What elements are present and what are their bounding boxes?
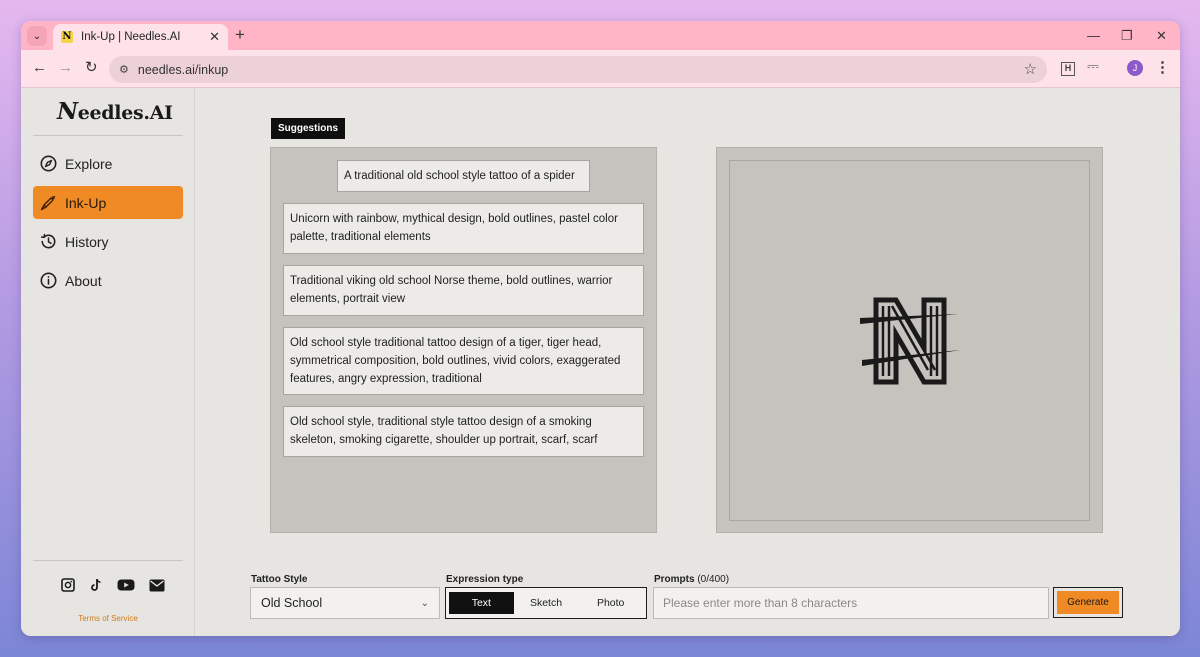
mail-icon[interactable] xyxy=(149,578,165,592)
prompts-label-text: Prompts xyxy=(654,574,695,585)
sidebar-divider xyxy=(33,135,183,136)
prompt-placeholder: Please enter more than 8 characters xyxy=(663,596,858,610)
browser-tab[interactable]: N Ink-Up | Needles.AI ✕ xyxy=(53,24,228,50)
terms-link[interactable]: Terms of Service xyxy=(21,614,195,623)
suggestions-panel: A traditional old school style tattoo of… xyxy=(270,147,657,533)
close-tab-icon[interactable]: ✕ xyxy=(209,29,220,45)
minimize-icon[interactable]: — xyxy=(1087,28,1100,43)
sidebar: Needles.AI Explore Ink-Up History About … xyxy=(21,88,195,636)
address-bar[interactable]: ⚙ needles.ai/inkup ☆ xyxy=(109,56,1047,83)
instagram-icon[interactable] xyxy=(61,578,75,592)
suggestion-chip[interactable]: Old school style, traditional style tatt… xyxy=(283,406,644,457)
chevron-down-icon: ⌄ xyxy=(420,597,429,609)
generate-button-frame: Generate xyxy=(1053,587,1123,618)
new-tab-button[interactable]: + xyxy=(235,26,245,44)
close-window-icon[interactable]: ✕ xyxy=(1156,28,1167,44)
browser-toolbar: ← → ↻ ⚙ needles.ai/inkup ☆ H ⎓ J ⋮ xyxy=(21,50,1180,88)
favicon-icon: N xyxy=(61,31,73,43)
back-icon[interactable]: ← xyxy=(32,60,47,76)
suggestions-tag: Suggestions xyxy=(271,118,346,139)
tab-title: Ink-Up | Needles.AI xyxy=(81,31,181,43)
logo-initial: N xyxy=(57,98,78,125)
reload-icon[interactable]: ↻ xyxy=(85,60,98,76)
expression-type-toggle: Text Sketch Photo xyxy=(445,587,647,619)
expression-sketch-button[interactable]: Sketch xyxy=(514,592,579,614)
expression-photo-button[interactable]: Photo xyxy=(578,592,643,614)
sidebar-footer-divider xyxy=(33,560,183,561)
sidebar-item-explore[interactable]: Explore xyxy=(33,147,183,180)
sidebar-item-label: About xyxy=(65,272,102,289)
youtube-icon[interactable] xyxy=(117,578,135,592)
sidebar-item-label: History xyxy=(65,233,109,250)
bookmark-star-icon[interactable]: ☆ xyxy=(1024,60,1037,78)
tattoo-style-value: Old School xyxy=(261,596,323,610)
sidebar-item-label: Ink-Up xyxy=(65,194,107,211)
tab-strip: ⌄ N Ink-Up | Needles.AI ✕ + — ❐ ✕ xyxy=(21,21,1180,50)
site-info-icon[interactable]: ⚙ xyxy=(119,63,129,76)
restore-icon[interactable]: ❐ xyxy=(1121,28,1133,44)
needles-logo-icon xyxy=(859,297,960,384)
sidebar-item-label: Explore xyxy=(65,155,113,172)
generate-button[interactable]: Generate xyxy=(1057,591,1119,614)
info-icon xyxy=(40,272,57,289)
logo-rest: eedles.AI xyxy=(77,102,173,124)
tiktok-icon[interactable] xyxy=(89,578,103,592)
sidebar-item-history[interactable]: History xyxy=(33,225,183,258)
page-content: Needles.AI Explore Ink-Up History About … xyxy=(21,88,1180,636)
image-preview xyxy=(729,160,1090,521)
prompt-input[interactable]: Please enter more than 8 characters xyxy=(653,587,1049,619)
site-logo[interactable]: Needles.AI xyxy=(57,98,173,125)
sidebar-item-ink-up[interactable]: Ink-Up xyxy=(33,186,183,219)
preview-panel xyxy=(716,147,1103,533)
extensions-puzzle-icon[interactable]: ⎓ xyxy=(1087,58,1099,75)
expression-type-label: Expression type xyxy=(446,574,524,585)
url-text: needles.ai/inkup xyxy=(137,62,229,77)
prompts-count: (0/400) xyxy=(697,574,730,585)
expression-text-button[interactable]: Text xyxy=(449,592,514,614)
history-icon xyxy=(40,233,57,250)
prompts-label: Prompts (0/400) xyxy=(654,574,729,585)
browser-menu-icon[interactable]: ⋮ xyxy=(1155,58,1170,76)
suggestion-chip[interactable]: Traditional viking old school Norse them… xyxy=(283,265,644,316)
suggestion-chip[interactable]: Unicorn with rainbow, mythical design, b… xyxy=(283,203,644,254)
suggestion-chip[interactable]: A traditional old school style tattoo of… xyxy=(337,160,590,192)
suggestion-chip[interactable]: Old school style traditional tattoo desi… xyxy=(283,327,644,395)
chevron-down-icon: ⌄ xyxy=(32,30,42,42)
sidebar-item-about[interactable]: About xyxy=(33,264,183,297)
forward-icon[interactable]: → xyxy=(58,60,73,76)
extension-h-icon[interactable]: H xyxy=(1061,62,1075,76)
tab-search-button[interactable]: ⌄ xyxy=(27,26,47,46)
profile-avatar[interactable]: J xyxy=(1127,60,1143,76)
browser-window: ⌄ N Ink-Up | Needles.AI ✕ + — ❐ ✕ ← → ↻ … xyxy=(21,21,1180,636)
needle-icon xyxy=(40,194,57,211)
compass-icon xyxy=(40,155,57,172)
social-links xyxy=(61,578,165,592)
tattoo-style-select[interactable]: Old School ⌄ xyxy=(250,587,440,619)
tattoo-style-label: Tattoo Style xyxy=(251,574,308,585)
